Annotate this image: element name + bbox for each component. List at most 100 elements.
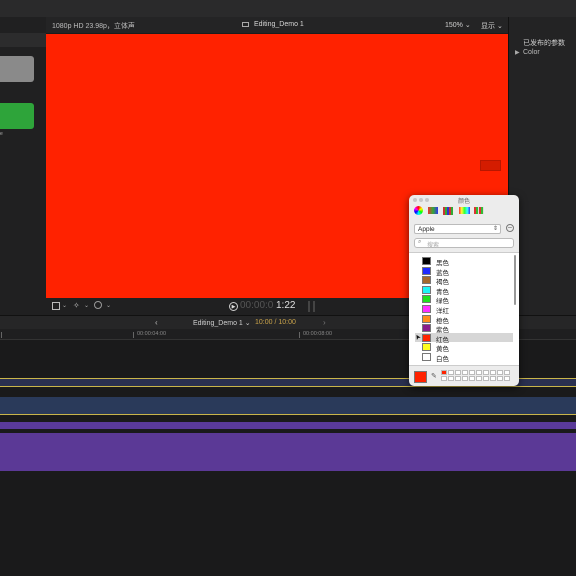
back-arrow-icon[interactable]: ‹	[155, 318, 158, 327]
inspector-color-item[interactable]: Color	[523, 49, 540, 56]
audio-clip[interactable]	[0, 422, 576, 429]
palette-select[interactable]: Apple ⇕	[414, 224, 501, 234]
pencils-icon[interactable]	[474, 207, 484, 214]
palettes-icon[interactable]	[443, 207, 453, 215]
timeline-duration: 10:00 / 10:00	[255, 319, 296, 326]
swatch-cell[interactable]	[441, 376, 447, 381]
chevron-down-icon[interactable]: ⌄	[84, 302, 89, 309]
clip-label: e	[0, 131, 3, 137]
color-list-item[interactable]: 青色	[415, 285, 513, 296]
color-list-item[interactable]: 洋红	[415, 304, 513, 315]
ruler-tick	[133, 332, 134, 338]
swatch-cell[interactable]	[490, 376, 496, 381]
swatch-cell[interactable]	[469, 370, 475, 375]
color-swatch	[422, 257, 431, 265]
color-list-item[interactable]: 紫色	[415, 323, 513, 334]
color-list-item[interactable]: 绿色	[415, 294, 513, 305]
clip-thumbnail[interactable]	[0, 56, 34, 82]
zoom-menu[interactable]: 150% ⌄	[445, 21, 471, 29]
search-placeholder: 搜索	[427, 243, 440, 249]
color-list-item[interactable]: 黑色	[415, 256, 513, 267]
minimize-window-icon[interactable]	[419, 198, 423, 202]
color-picker-panel[interactable]: 颜色 Apple ⇕ – ⌕ 搜索 黑色 蓝色 褐色 青色 绿色 洋红 橙色 紫色 红色 黄色白色…	[409, 195, 519, 386]
browser-header	[0, 33, 46, 47]
audio-meter	[313, 301, 315, 312]
zoom-window-icon[interactable]	[425, 198, 429, 202]
color-swatch	[422, 285, 431, 294]
color-list-item[interactable]: 黄色	[415, 342, 513, 353]
timeline-project[interactable]: Editing_Demo 1 ⌄	[193, 319, 251, 327]
swatch-cell[interactable]	[469, 376, 475, 381]
color-swatch	[422, 266, 431, 275]
format-label: 1080p HD 23.98p，立体声	[52, 23, 135, 30]
forward-arrow-icon[interactable]: ›	[323, 318, 326, 327]
chevron-down-icon[interactable]: ⌄	[62, 302, 67, 309]
sliders-icon[interactable]	[428, 207, 438, 214]
ruler-tick	[1, 332, 2, 338]
swatch-cell[interactable]	[504, 376, 510, 381]
color-swatch	[422, 314, 431, 323]
swatch-cell[interactable]	[497, 370, 503, 375]
swatch-cell[interactable]	[504, 370, 510, 375]
chevron-updown-icon: ⇕	[492, 226, 498, 232]
swatch-cell[interactable]	[490, 370, 496, 375]
swatch-cell[interactable]	[441, 370, 447, 375]
color-swatch	[422, 295, 431, 304]
palette-select-value: Apple	[418, 226, 435, 233]
color-list[interactable]: 黑色 蓝色 褐色 青色 绿色 洋红 橙色 紫色 红色 黄色 白色 ➤	[409, 252, 519, 366]
timecode-dim: 00:00:0	[240, 300, 274, 311]
search-icon: ⌕	[418, 239, 422, 245]
viewer-header: 1080p HD 23.98p，立体声 Editing_Demo 1 150% …	[46, 17, 508, 33]
close-window-icon[interactable]	[413, 198, 417, 202]
color-list-item[interactable]: 白色	[415, 352, 513, 363]
color-wheel-icon[interactable]	[414, 206, 423, 215]
speed-icon[interactable]	[94, 301, 102, 309]
search-input[interactable]: ⌕ 搜索	[414, 238, 514, 249]
swatch-cell[interactable]	[483, 376, 489, 381]
crop-icon[interactable]	[52, 302, 60, 310]
image-palettes-icon[interactable]	[459, 207, 470, 214]
swatch-cell[interactable]	[476, 370, 482, 375]
ruler-label: 00:00:04:00	[137, 331, 167, 337]
swatch-cell[interactable]	[448, 370, 454, 375]
display-menu[interactable]: 显示 ⌄	[481, 21, 503, 31]
eyedropper-icon[interactable]: ✎	[431, 372, 437, 380]
swatch-cell[interactable]	[476, 376, 482, 381]
color-swatch	[422, 343, 431, 352]
swatch-cell[interactable]	[455, 370, 461, 375]
color-swatch	[422, 333, 431, 342]
audio-meter	[308, 301, 310, 312]
swatch-cell[interactable]	[462, 376, 468, 381]
swatch-cell[interactable]	[497, 376, 503, 381]
track-divider	[0, 414, 576, 419]
clip-thumbnail[interactable]	[0, 103, 34, 129]
panel-title: 颜色	[458, 199, 471, 205]
play-icon[interactable]: ▶	[229, 302, 238, 311]
swatch-cell[interactable]	[455, 376, 461, 381]
swatch-cell[interactable]	[483, 370, 489, 375]
timecode[interactable]: 1:22	[276, 300, 295, 311]
options-icon[interactable]: –	[506, 224, 514, 232]
film-icon	[242, 22, 249, 27]
onscreen-control[interactable]	[480, 160, 501, 171]
scrollbar[interactable]	[514, 255, 516, 305]
current-color-well[interactable]	[414, 371, 427, 383]
swatch-cell[interactable]	[448, 376, 454, 381]
color-swatch	[422, 353, 431, 361]
color-swatch	[422, 324, 431, 333]
color-list-item[interactable]: 褐色	[415, 275, 513, 286]
color-list-item[interactable]: 红色	[415, 332, 513, 344]
app-toolbar	[0, 0, 576, 18]
color-swatch	[422, 276, 431, 285]
swatch-cell[interactable]	[462, 370, 468, 375]
audio-clip[interactable]	[0, 433, 576, 471]
color-list-item[interactable]: 蓝色	[415, 266, 513, 277]
chevron-down-icon[interactable]: ⌄	[106, 302, 111, 309]
swatch-grid[interactable]	[441, 370, 513, 384]
color-label: 白色	[436, 356, 449, 363]
disclosure-triangle-icon[interactable]: ▶	[515, 49, 520, 56]
color-swatch	[422, 305, 431, 313]
clip-track[interactable]	[0, 397, 576, 414]
wand-icon[interactable]: ✧	[73, 301, 80, 310]
color-list-item[interactable]: 橙色	[415, 314, 513, 325]
